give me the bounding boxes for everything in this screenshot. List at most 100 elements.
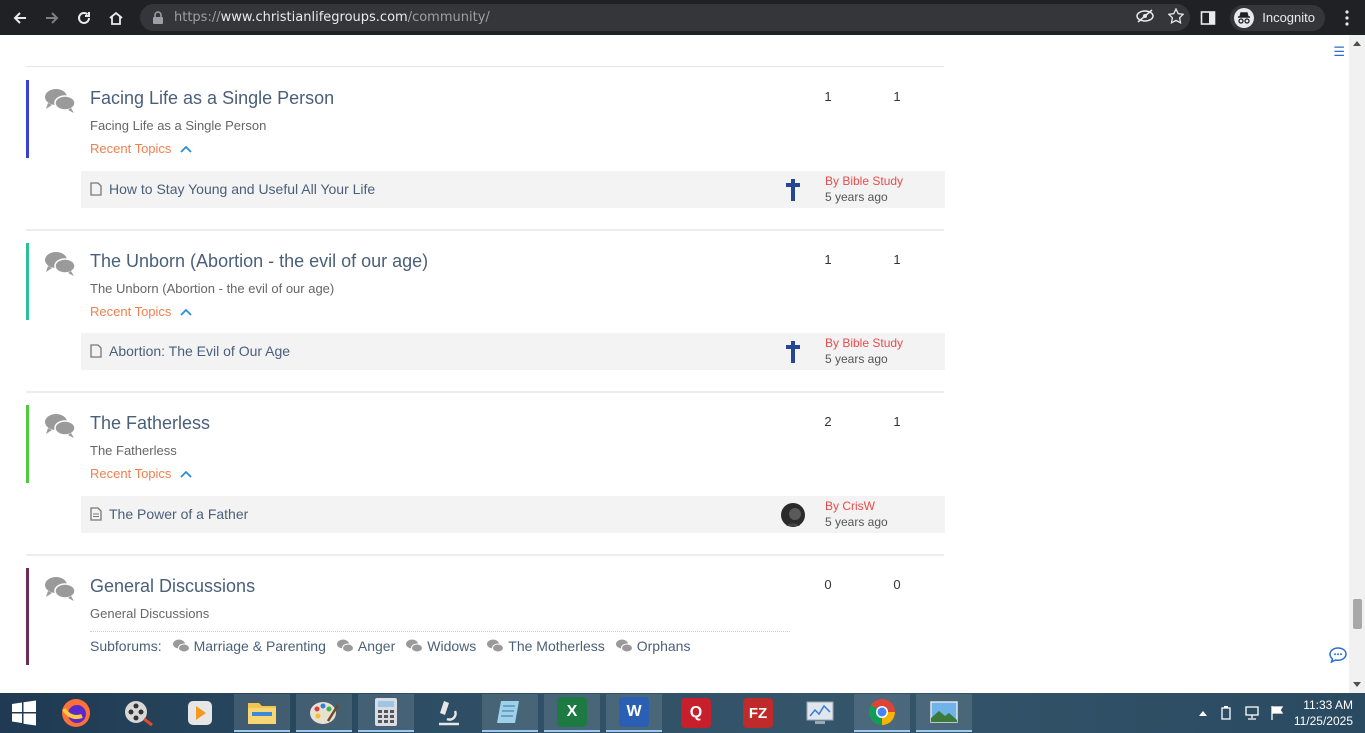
chat-icon[interactable] <box>1329 647 1347 663</box>
folder-icon <box>248 703 276 724</box>
browser-menu-button[interactable] <box>1335 3 1359 33</box>
subforum-link[interactable]: Anger <box>336 638 395 654</box>
comments-icon <box>406 639 424 653</box>
taskbar-filezilla[interactable]: FZ <box>730 694 786 732</box>
subforums-list: Subforums: Marriage & Parenting Anger Wi… <box>90 638 690 654</box>
topic-title-link[interactable]: Abortion: The Evil of Our Age <box>109 343 290 359</box>
topics-count: 1 <box>824 252 832 267</box>
taskbar-notepad[interactable] <box>482 694 538 732</box>
document-icon <box>90 507 102 521</box>
subforum-label: Widows <box>427 638 477 654</box>
chevron-up-icon <box>180 470 193 478</box>
lock-icon <box>153 10 163 24</box>
subforum-label: Anger <box>357 638 396 654</box>
recent-topics-toggle[interactable]: Recent Topics <box>90 466 193 481</box>
taskbar-vlc[interactable] <box>172 694 228 732</box>
topic-time: 5 years ago <box>825 352 888 366</box>
comments-icon <box>615 639 633 653</box>
posts-count: 1 <box>893 414 901 429</box>
microscope-icon <box>439 701 459 726</box>
start-button[interactable] <box>0 693 48 733</box>
topic-title-link[interactable]: How to Stay Young and Useful All Your Li… <box>109 181 375 197</box>
topic-title-link[interactable]: The Power of a Father <box>109 506 248 522</box>
topic-author-link[interactable]: By Bible Study <box>825 174 903 188</box>
user-avatar[interactable] <box>780 502 806 528</box>
topic-author-link[interactable]: By Bible Study <box>825 336 903 350</box>
topics-count: 2 <box>824 414 832 429</box>
forum-description: The Unborn (Abortion - the evil of our a… <box>90 281 335 296</box>
network-icon[interactable] <box>1244 705 1260 721</box>
forum-accent-bar <box>26 568 29 665</box>
comments-icon <box>487 639 505 653</box>
battery-plug-icon[interactable] <box>1218 705 1234 721</box>
forum-description: The Fatherless <box>90 443 177 458</box>
cross-icon[interactable] <box>780 339 806 365</box>
incognito-indicator[interactable]: Incognito <box>1230 4 1325 31</box>
cross-icon[interactable] <box>780 177 806 203</box>
forum-title[interactable]: General Discussions <box>90 576 255 597</box>
subforum-link[interactable]: Orphans <box>615 638 690 654</box>
topics-count: 1 <box>824 89 832 104</box>
reload-button[interactable] <box>68 3 100 33</box>
incognito-icon <box>1234 7 1255 28</box>
forward-button[interactable] <box>36 3 68 33</box>
forum-title[interactable]: The Unborn (Abortion - the evil of our a… <box>90 251 428 272</box>
posts-count: 1 <box>893 89 901 104</box>
document-icon <box>90 182 102 196</box>
posts-count: 0 <box>893 577 901 592</box>
taskbar-excel[interactable]: X <box>544 694 600 732</box>
taskbar-chrome[interactable] <box>854 694 910 732</box>
subforum-link[interactable]: The Motherless <box>486 638 605 654</box>
subforum-label: The Motherless <box>508 638 605 654</box>
side-panel-icon[interactable] <box>1200 10 1216 26</box>
taskbar-calculator[interactable] <box>358 694 414 732</box>
divider <box>90 631 790 632</box>
recent-topics-toggle[interactable]: Recent Topics <box>90 141 193 156</box>
taskbar-paint[interactable] <box>296 694 352 732</box>
taskbar-image-viewer[interactable] <box>916 694 972 732</box>
divider <box>26 66 944 67</box>
taskbar-microscope[interactable] <box>420 694 476 732</box>
recent-topics-toggle[interactable]: Recent Topics <box>90 304 193 319</box>
scroll-down-arrow-icon[interactable] <box>1353 682 1361 687</box>
arrow-right-icon <box>46 11 59 24</box>
topic-author-link[interactable]: By CrisW <box>825 499 875 513</box>
arrow-left-icon <box>13 11 26 24</box>
calculator-icon <box>375 698 397 726</box>
chrome-icon <box>868 699 895 726</box>
forum-accent-bar <box>26 80 29 158</box>
taskbar-file-explorer[interactable] <box>234 694 290 732</box>
subforum-link[interactable]: Widows <box>405 638 476 654</box>
flag-icon[interactable] <box>1270 705 1284 721</box>
topic-row: How to Stay Young and Useful All Your Li… <box>81 171 945 208</box>
system-clock[interactable]: 11:33 AM 11/25/2025 <box>1294 697 1353 729</box>
chevron-up-icon[interactable] <box>1198 709 1208 717</box>
home-button[interactable] <box>100 3 132 33</box>
back-button[interactable] <box>4 3 36 33</box>
windows-taskbar: X W Q FZ 11:33 AM 11/25/2025 <box>0 693 1365 733</box>
chevron-up-icon <box>180 308 193 316</box>
forum-description: General Discussions <box>90 606 210 621</box>
taskbar-firefox[interactable] <box>48 694 104 732</box>
star-icon[interactable] <box>1168 8 1184 24</box>
topic-time: 5 years ago <box>825 515 888 529</box>
document-icon <box>90 344 102 358</box>
menu-lines-icon[interactable]: ☰ <box>1333 45 1345 60</box>
subforum-link[interactable]: Marriage & Parenting <box>172 638 326 654</box>
forum-title[interactable]: Facing Life as a Single Person <box>90 88 334 109</box>
forum-title[interactable]: The Fatherless <box>90 413 210 434</box>
comments-icon <box>45 89 76 113</box>
taskbar-media-player[interactable] <box>110 694 166 732</box>
recent-topics-label: Recent Topics <box>90 466 172 481</box>
page-scrollbar[interactable] <box>1349 35 1365 693</box>
recent-topics-label: Recent Topics <box>90 141 172 156</box>
address-bar[interactable]: https://www.christianlifegroups.com/comm… <box>140 4 1190 31</box>
eye-off-icon[interactable] <box>1136 9 1154 23</box>
scroll-up-arrow-icon[interactable] <box>1353 41 1361 46</box>
taskbar-system-monitor[interactable] <box>792 694 848 732</box>
system-tray: 11:33 AM 11/25/2025 <box>1198 693 1353 733</box>
scroll-thumb[interactable] <box>1353 599 1362 629</box>
taskbar-word[interactable]: W <box>606 694 662 732</box>
subforum-label: Marriage & Parenting <box>193 638 326 654</box>
taskbar-q-app[interactable]: Q <box>668 694 724 732</box>
